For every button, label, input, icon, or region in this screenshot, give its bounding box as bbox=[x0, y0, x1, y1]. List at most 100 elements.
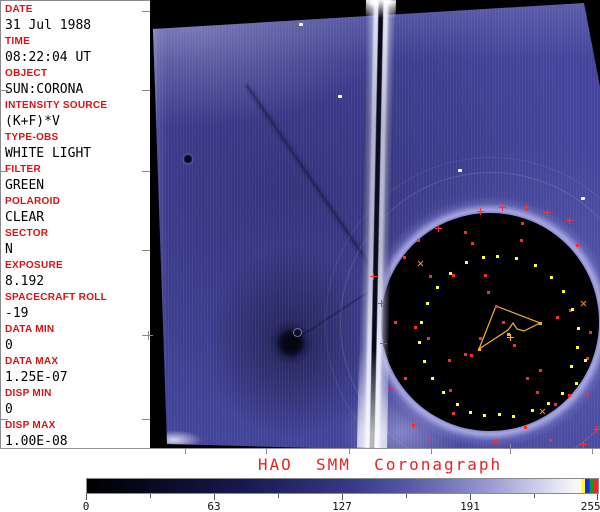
field-value: 0 bbox=[5, 402, 13, 417]
coronagraph-viewer-window: DATE 31 Jul 1988 TIME 08:22:04 UT OBJECT… bbox=[0, 0, 600, 512]
field-value: 31 Jul 1988 bbox=[5, 18, 92, 33]
red-square-marker bbox=[524, 426, 527, 429]
axis-cross-mark bbox=[144, 331, 153, 340]
yellow-marker bbox=[562, 290, 565, 293]
red-square-marker bbox=[414, 326, 417, 329]
red-square-marker bbox=[449, 389, 452, 392]
yellow-marker bbox=[531, 409, 534, 412]
field-value: 8.192 bbox=[5, 274, 45, 289]
red-plus-marker bbox=[580, 441, 587, 448]
field-label: DATE bbox=[5, 4, 33, 15]
field-label: INTENSITY SOURCE bbox=[5, 100, 108, 111]
image-caption: HAO SMM Coronagraph bbox=[257, 455, 503, 474]
sidebar-field: SPACECRAFT ROLL -19 bbox=[5, 291, 150, 323]
field-label: DATA MAX bbox=[5, 356, 59, 367]
sidebar-field: TYPE-OBS WHITE LIGHT bbox=[5, 131, 150, 163]
yellow-marker bbox=[456, 403, 459, 406]
red-square-marker bbox=[539, 369, 542, 372]
yellow-marker bbox=[442, 391, 445, 394]
red-square-marker bbox=[556, 316, 559, 319]
red-square-marker bbox=[429, 275, 432, 278]
sidebar-field: OBJECT SUN:CORONA bbox=[5, 67, 150, 99]
red-square-marker bbox=[536, 391, 539, 394]
red-plus-marker bbox=[435, 225, 442, 232]
red-square-marker bbox=[394, 321, 397, 324]
red-square-marker bbox=[576, 244, 579, 247]
yellow-marker bbox=[571, 308, 574, 311]
red-plus-marker bbox=[566, 217, 573, 224]
yellow-marker bbox=[436, 286, 439, 289]
red-square-marker bbox=[412, 424, 415, 427]
annotation-overlay bbox=[477, 305, 542, 351]
red-plus-marker bbox=[544, 209, 551, 216]
white-speck-marker bbox=[338, 95, 342, 98]
yellow-marker bbox=[423, 360, 426, 363]
colorbar-tick-label: 63 bbox=[207, 500, 221, 512]
sidebar-field: TIME 08:22:04 UT bbox=[5, 35, 150, 67]
colorbar-tick-label: 127 bbox=[332, 500, 352, 512]
yellow-marker bbox=[584, 359, 587, 362]
field-label: EXPOSURE bbox=[5, 260, 63, 271]
sidebar-field: INTENSITY SOURCE (K+F)*V bbox=[5, 99, 150, 131]
field-label: DISP MIN bbox=[5, 388, 52, 399]
field-value: CLEAR bbox=[5, 210, 45, 225]
field-label: TYPE-OBS bbox=[5, 132, 59, 143]
field-label: OBJECT bbox=[5, 68, 48, 79]
yellow-marker bbox=[431, 377, 434, 380]
yellow-marker bbox=[420, 321, 423, 324]
red-square-marker bbox=[586, 393, 589, 396]
sidebar-fields: DATE 31 Jul 1988 TIME 08:22:04 UT OBJECT… bbox=[5, 3, 150, 448]
yellow-marker bbox=[498, 413, 501, 416]
sidebar-field: POLAROID CLEAR bbox=[5, 195, 150, 227]
colorbar-tick-label: 191 bbox=[460, 500, 480, 512]
bottom-axis-tick bbox=[185, 448, 186, 454]
yellow-marker bbox=[561, 392, 564, 395]
red-square-marker bbox=[464, 231, 467, 234]
sidebar-field: DATE 31 Jul 1988 bbox=[5, 3, 150, 35]
field-label: SECTOR bbox=[5, 228, 49, 239]
colorbar-tick-label: 0 bbox=[82, 500, 90, 512]
yellow-marker bbox=[449, 272, 452, 275]
yellow-marker bbox=[550, 276, 553, 279]
field-label: POLAROID bbox=[5, 196, 61, 207]
bottom-axis-tick bbox=[431, 448, 432, 454]
sidebar-field: DISP MAX 1.00E-08 bbox=[5, 419, 150, 448]
yellow-marker bbox=[570, 365, 573, 368]
field-value: -19 bbox=[5, 306, 29, 321]
red-plus-marker bbox=[378, 300, 385, 307]
orange-marker bbox=[539, 322, 542, 325]
axis-cross-mark bbox=[506, 444, 515, 453]
yellow-marker bbox=[465, 261, 468, 264]
image-axis-tick bbox=[142, 250, 150, 251]
red-square-marker bbox=[452, 412, 455, 415]
red-square-marker bbox=[520, 239, 523, 242]
field-label: FILTER bbox=[5, 164, 42, 175]
yellow-marker bbox=[418, 341, 421, 344]
field-value: GREEN bbox=[5, 178, 45, 193]
image-axis-tick bbox=[142, 419, 150, 420]
field-value: N bbox=[5, 242, 13, 257]
yellow-marker bbox=[575, 382, 578, 385]
field-value: 1.25E-07 bbox=[5, 370, 68, 385]
yellow-marker bbox=[534, 264, 537, 267]
field-value: WHITE LIGHT bbox=[5, 146, 92, 161]
red-square-marker bbox=[427, 337, 430, 340]
field-label: DATA MIN bbox=[5, 324, 55, 335]
sidebar-field: DISP MIN 0 bbox=[5, 387, 150, 419]
field-value: (K+F)*V bbox=[5, 114, 60, 129]
field-label: DISP MAX bbox=[5, 420, 56, 431]
bottom-axis-tick bbox=[349, 448, 350, 454]
red-plus-marker bbox=[523, 204, 530, 211]
page-axis-tick bbox=[0, 90, 8, 91]
red-square-marker bbox=[404, 377, 407, 380]
field-value: 08:22:04 UT bbox=[5, 50, 92, 65]
white-speck-marker bbox=[458, 169, 462, 172]
red-square-marker bbox=[487, 291, 490, 294]
red-square-marker bbox=[464, 353, 467, 356]
yellow-marker bbox=[496, 255, 499, 258]
sidebar-field: DATA MIN 0 bbox=[5, 323, 150, 355]
orange-plus-marker bbox=[507, 334, 514, 341]
field-value: 0 bbox=[5, 338, 13, 353]
metadata-sidebar: DATE 31 Jul 1988 TIME 08:22:04 UT OBJECT… bbox=[0, 0, 150, 448]
colorbar-minor-tick bbox=[150, 494, 151, 498]
